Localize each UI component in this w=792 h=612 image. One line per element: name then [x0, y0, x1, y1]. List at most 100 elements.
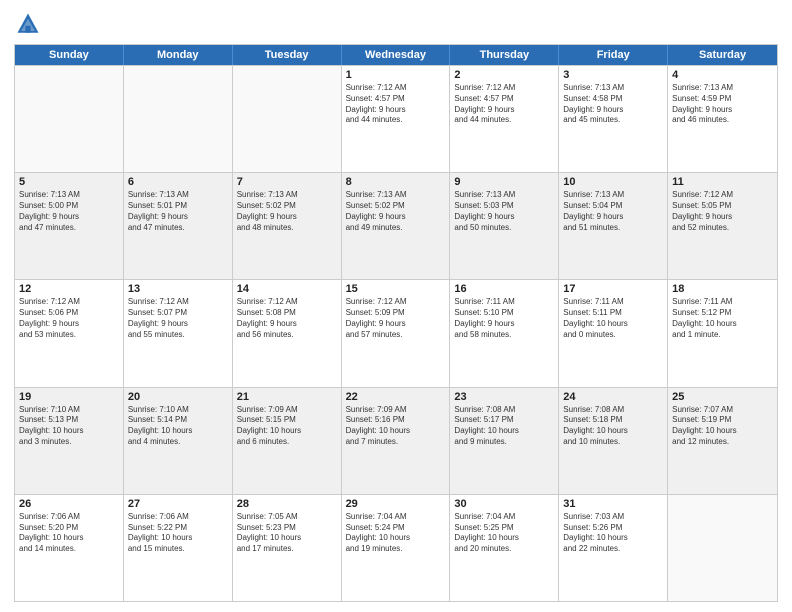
calendar-cell: 6Sunrise: 7:13 AM Sunset: 5:01 PM Daylig…	[124, 173, 233, 279]
day-number: 15	[346, 283, 446, 295]
calendar-row: 19 Sunrise: 7:10 AM Sunset: 5:13 PM Dayli…	[15, 387, 777, 494]
cell-info: Sunrise: 7:12 AM Sunset: 5:08 PM Dayligh…	[237, 297, 337, 340]
header	[14, 10, 778, 38]
day-number: 30	[454, 498, 554, 510]
calendar-cell: 11 Sunrise: 7:12 AM Sunset: 5:05 PM Dayli…	[668, 173, 777, 279]
day-number: 14	[237, 283, 337, 295]
calendar-cell: 3Sunrise: 7:13 AM Sunset: 4:58 PM Daylig…	[559, 66, 668, 172]
calendar-cell: 21 Sunrise: 7:09 AM Sunset: 5:15 PM Dayli…	[233, 388, 342, 494]
cell-info: Sunrise: 7:10 AM Sunset: 5:14 PM Dayligh…	[128, 405, 228, 448]
day-number: 22	[346, 391, 446, 403]
calendar-cell: 31Sunrise: 7:03 AM Sunset: 5:26 PM Dayli…	[559, 495, 668, 601]
calendar-cell: 17Sunrise: 7:11 AM Sunset: 5:11 PM Dayli…	[559, 280, 668, 386]
cell-info: Sunrise: 7:11 AM Sunset: 5:10 PM Dayligh…	[454, 297, 554, 340]
day-number: 13	[128, 283, 228, 295]
calendar-cell: 5 Sunrise: 7:13 AM Sunset: 5:00 PM Daylig…	[15, 173, 124, 279]
cell-info: Sunrise: 7:10 AM Sunset: 5:13 PM Dayligh…	[19, 405, 119, 448]
calendar-cell	[15, 66, 124, 172]
calendar-cell: 8 Sunrise: 7:13 AM Sunset: 5:02 PM Daylig…	[342, 173, 451, 279]
day-number: 11	[672, 176, 773, 188]
day-header-sunday: Sunday	[15, 45, 124, 65]
day-number: 19	[19, 391, 119, 403]
day-header-monday: Monday	[124, 45, 233, 65]
calendar-cell: 22 Sunrise: 7:09 AM Sunset: 5:16 PM Dayli…	[342, 388, 451, 494]
calendar-cell: 27 Sunrise: 7:06 AM Sunset: 5:22 PM Dayli…	[124, 495, 233, 601]
cell-info: Sunrise: 7:08 AM Sunset: 5:18 PM Dayligh…	[563, 405, 663, 448]
calendar-cell: 13 Sunrise: 7:12 AM Sunset: 5:07 PM Dayli…	[124, 280, 233, 386]
cell-info: Sunrise: 7:04 AM Sunset: 5:24 PM Dayligh…	[346, 512, 446, 555]
calendar-cell: 7Sunrise: 7:13 AM Sunset: 5:02 PM Daylig…	[233, 173, 342, 279]
day-header-saturday: Saturday	[668, 45, 777, 65]
day-number: 27	[128, 498, 228, 510]
cell-info: Sunrise: 7:12 AM Sunset: 5:06 PM Dayligh…	[19, 297, 119, 340]
calendar-row: 1 Sunrise: 7:12 AM Sunset: 4:57 PM Daylig…	[15, 65, 777, 172]
day-number: 8	[346, 176, 446, 188]
day-number: 12	[19, 283, 119, 295]
calendar-cell: 18 Sunrise: 7:11 AM Sunset: 5:12 PM Dayli…	[668, 280, 777, 386]
day-header-tuesday: Tuesday	[233, 45, 342, 65]
cell-info: Sunrise: 7:08 AM Sunset: 5:17 PM Dayligh…	[454, 405, 554, 448]
calendar-cell	[233, 66, 342, 172]
calendar-cell: 29 Sunrise: 7:04 AM Sunset: 5:24 PM Dayli…	[342, 495, 451, 601]
cell-info: Sunrise: 7:05 AM Sunset: 5:23 PM Dayligh…	[237, 512, 337, 555]
day-number: 2	[454, 69, 554, 81]
calendar-cell: 1 Sunrise: 7:12 AM Sunset: 4:57 PM Daylig…	[342, 66, 451, 172]
cell-info: Sunrise: 7:13 AM Sunset: 5:01 PM Dayligh…	[128, 190, 228, 233]
calendar-cell: 19 Sunrise: 7:10 AM Sunset: 5:13 PM Dayli…	[15, 388, 124, 494]
cell-info: Sunrise: 7:09 AM Sunset: 5:15 PM Dayligh…	[237, 405, 337, 448]
calendar-cell: 25 Sunrise: 7:07 AM Sunset: 5:19 PM Dayli…	[668, 388, 777, 494]
day-header-thursday: Thursday	[450, 45, 559, 65]
cell-info: Sunrise: 7:13 AM Sunset: 5:03 PM Dayligh…	[454, 190, 554, 233]
cell-info: Sunrise: 7:07 AM Sunset: 5:19 PM Dayligh…	[672, 405, 773, 448]
cell-info: Sunrise: 7:13 AM Sunset: 5:02 PM Dayligh…	[237, 190, 337, 233]
day-number: 25	[672, 391, 773, 403]
logo-icon	[14, 10, 42, 38]
calendar-cell: 2Sunrise: 7:12 AM Sunset: 4:57 PM Daylig…	[450, 66, 559, 172]
cell-info: Sunrise: 7:13 AM Sunset: 5:00 PM Dayligh…	[19, 190, 119, 233]
day-header-wednesday: Wednesday	[342, 45, 451, 65]
calendar-cell: 10Sunrise: 7:13 AM Sunset: 5:04 PM Dayli…	[559, 173, 668, 279]
page: SundayMondayTuesdayWednesdayThursdayFrid…	[0, 0, 792, 612]
day-number: 26	[19, 498, 119, 510]
day-number: 29	[346, 498, 446, 510]
calendar-cell	[124, 66, 233, 172]
calendar-header: SundayMondayTuesdayWednesdayThursdayFrid…	[15, 45, 777, 65]
cell-info: Sunrise: 7:12 AM Sunset: 5:07 PM Dayligh…	[128, 297, 228, 340]
calendar-cell	[668, 495, 777, 601]
cell-info: Sunrise: 7:11 AM Sunset: 5:11 PM Dayligh…	[563, 297, 663, 340]
day-number: 21	[237, 391, 337, 403]
calendar-cell: 4Sunrise: 7:13 AM Sunset: 4:59 PM Daylig…	[668, 66, 777, 172]
calendar-row: 5 Sunrise: 7:13 AM Sunset: 5:00 PM Daylig…	[15, 172, 777, 279]
cell-info: Sunrise: 7:12 AM Sunset: 5:09 PM Dayligh…	[346, 297, 446, 340]
calendar-cell: 24 Sunrise: 7:08 AM Sunset: 5:18 PM Dayli…	[559, 388, 668, 494]
day-number: 1	[346, 69, 446, 81]
cell-info: Sunrise: 7:12 AM Sunset: 4:57 PM Dayligh…	[346, 83, 446, 126]
calendar-cell: 23Sunrise: 7:08 AM Sunset: 5:17 PM Dayli…	[450, 388, 559, 494]
cell-info: Sunrise: 7:13 AM Sunset: 5:02 PM Dayligh…	[346, 190, 446, 233]
calendar-cell: 28 Sunrise: 7:05 AM Sunset: 5:23 PM Dayli…	[233, 495, 342, 601]
day-number: 5	[19, 176, 119, 188]
day-number: 20	[128, 391, 228, 403]
calendar-body: 1 Sunrise: 7:12 AM Sunset: 4:57 PM Daylig…	[15, 65, 777, 601]
day-number: 28	[237, 498, 337, 510]
day-number: 18	[672, 283, 773, 295]
day-number: 24	[563, 391, 663, 403]
cell-info: Sunrise: 7:03 AM Sunset: 5:26 PM Dayligh…	[563, 512, 663, 555]
cell-info: Sunrise: 7:09 AM Sunset: 5:16 PM Dayligh…	[346, 405, 446, 448]
calendar-row: 12 Sunrise: 7:12 AM Sunset: 5:06 PM Dayli…	[15, 279, 777, 386]
day-number: 4	[672, 69, 773, 81]
calendar-cell: 12 Sunrise: 7:12 AM Sunset: 5:06 PM Dayli…	[15, 280, 124, 386]
cell-info: Sunrise: 7:11 AM Sunset: 5:12 PM Dayligh…	[672, 297, 773, 340]
day-number: 3	[563, 69, 663, 81]
cell-info: Sunrise: 7:06 AM Sunset: 5:22 PM Dayligh…	[128, 512, 228, 555]
cell-info: Sunrise: 7:12 AM Sunset: 5:05 PM Dayligh…	[672, 190, 773, 233]
cell-info: Sunrise: 7:13 AM Sunset: 5:04 PM Dayligh…	[563, 190, 663, 233]
calendar-cell: 14 Sunrise: 7:12 AM Sunset: 5:08 PM Dayli…	[233, 280, 342, 386]
calendar-cell: 15 Sunrise: 7:12 AM Sunset: 5:09 PM Dayli…	[342, 280, 451, 386]
day-number: 16	[454, 283, 554, 295]
calendar: SundayMondayTuesdayWednesdayThursdayFrid…	[14, 44, 778, 602]
day-header-friday: Friday	[559, 45, 668, 65]
calendar-row: 26 Sunrise: 7:06 AM Sunset: 5:20 PM Dayli…	[15, 494, 777, 601]
calendar-cell: 30Sunrise: 7:04 AM Sunset: 5:25 PM Dayli…	[450, 495, 559, 601]
cell-info: Sunrise: 7:06 AM Sunset: 5:20 PM Dayligh…	[19, 512, 119, 555]
